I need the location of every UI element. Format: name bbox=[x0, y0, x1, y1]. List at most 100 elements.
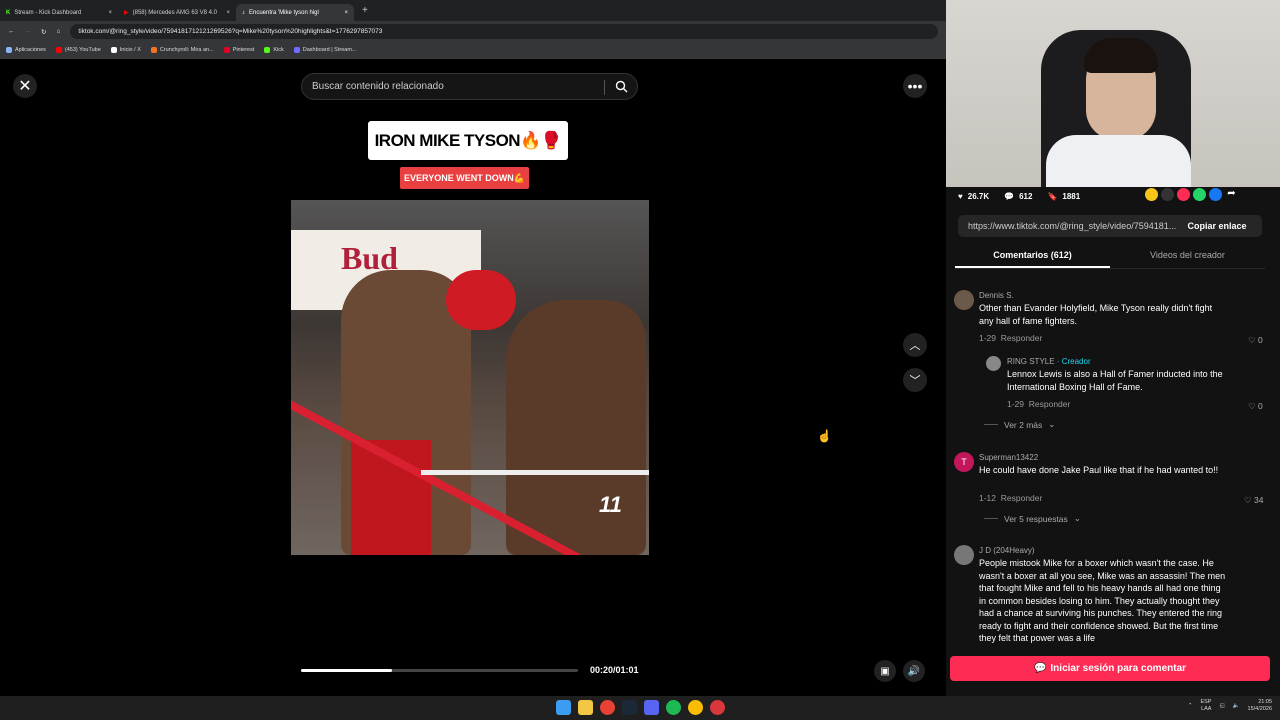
file-explorer-icon[interactable] bbox=[578, 700, 593, 715]
comment-like[interactable]: ♡ 0 bbox=[1248, 400, 1263, 413]
video-frame[interactable]: Bud 11 bbox=[291, 200, 649, 555]
comment-item: T Superman13422 He could have done Jake … bbox=[954, 452, 1274, 512]
app-icon[interactable] bbox=[710, 700, 725, 715]
more-icon: ••• bbox=[907, 78, 923, 94]
comment-like[interactable]: ♡ 34 bbox=[1244, 494, 1263, 507]
bookmark-dashboard[interactable]: Dashboard | Stream... bbox=[293, 47, 356, 53]
video-title-caption: IRON MIKE TYSON🔥🥊 bbox=[368, 121, 568, 160]
boxing-glove bbox=[446, 270, 516, 330]
apps-icon bbox=[6, 47, 12, 53]
tab-label: Stream - Kick Dashboard bbox=[14, 9, 82, 16]
reply-button[interactable]: Responder bbox=[1029, 399, 1071, 409]
tab-close-icon[interactable]: × bbox=[108, 10, 112, 16]
comment-icon: 💬 bbox=[1004, 191, 1015, 201]
bookmark-apps[interactable]: Aplicaciones bbox=[6, 47, 46, 53]
tray-chevron-icon[interactable]: ⌃ bbox=[1188, 703, 1193, 709]
avatar[interactable] bbox=[954, 545, 974, 565]
bookmarks-bar: Aplicaciones (453) YouTube Inicio / X Cr… bbox=[0, 42, 946, 59]
friends-share-icon[interactable] bbox=[1145, 188, 1158, 201]
comment-username[interactable]: Dennis S. bbox=[979, 290, 1014, 303]
comment-text: He could have done Jake Paul like that i… bbox=[979, 465, 1219, 475]
tab-creator-videos[interactable]: Videos del creador bbox=[1110, 245, 1265, 268]
facebook-icon[interactable] bbox=[1209, 188, 1222, 201]
embed-icon[interactable] bbox=[1161, 188, 1174, 201]
language-indicator[interactable]: ESP LAA bbox=[1200, 699, 1211, 713]
forward-icon[interactable]: → bbox=[25, 28, 32, 35]
steam-icon[interactable] bbox=[622, 700, 637, 715]
copy-link-button[interactable]: Copiar enlace bbox=[1172, 215, 1262, 237]
search-icon[interactable] bbox=[615, 80, 628, 96]
clock[interactable]: 21:05 15/4/2026 bbox=[1248, 699, 1272, 713]
pinterest-icon bbox=[223, 47, 230, 53]
score-overlay: 11 bbox=[599, 492, 622, 517]
comment-list: Dennis S. Other than Evander Holyfield, … bbox=[946, 282, 1280, 644]
tab-kick-dashboard[interactable]: K Stream - Kick Dashboard × bbox=[0, 4, 118, 21]
previous-video-button[interactable]: ︿ bbox=[903, 333, 927, 357]
tab-close-icon[interactable]: × bbox=[344, 10, 348, 16]
heart-icon: ♥ bbox=[958, 191, 963, 201]
spotify-icon[interactable] bbox=[666, 700, 681, 715]
dashboard-icon bbox=[293, 47, 300, 53]
tab-tiktok[interactable]: ♪ Encuentra 'Mike tyson higl × bbox=[236, 4, 354, 21]
back-icon[interactable]: ← bbox=[8, 28, 15, 35]
search-input[interactable]: Buscar contenido relacionado bbox=[301, 73, 638, 100]
avatar[interactable]: T bbox=[954, 452, 974, 472]
tab-youtube[interactable]: ▶ (858) Mercedes AMG 63 V8 4.0 × bbox=[118, 4, 236, 21]
comment-username[interactable]: J D (204Heavy) bbox=[979, 545, 1035, 558]
tab-label: Encuentra 'Mike tyson higl bbox=[249, 9, 319, 16]
video-progress-bar[interactable] bbox=[301, 669, 578, 672]
windows-taskbar: ⌃ ESP LAA ◱ 🔈 21:05 15/4/2026 bbox=[0, 696, 1280, 720]
bookmark-youtube[interactable]: (453) YouTube bbox=[55, 47, 101, 53]
bookmark-x[interactable]: Inicio / X bbox=[110, 47, 141, 53]
like-stat[interactable]: ♥ 26.7K bbox=[958, 192, 989, 201]
comment-text: Lennox Lewis is also a Hall of Famer ind… bbox=[1007, 369, 1223, 392]
tiktok-icon: ♪ bbox=[242, 9, 245, 16]
view-more-replies[interactable]: Ver 5 respuestas ⌄ bbox=[984, 513, 1081, 524]
home-icon[interactable]: ⌂ bbox=[56, 28, 60, 35]
bookmark-kick[interactable]: Kick bbox=[264, 47, 284, 53]
miniplayer-button[interactable]: ▣ bbox=[874, 660, 896, 682]
chrome-active-icon[interactable] bbox=[688, 700, 703, 715]
close-icon: ✕ bbox=[18, 78, 32, 95]
video-time: 00:20/01:01 bbox=[590, 665, 639, 675]
wifi-icon[interactable]: ◱ bbox=[1219, 703, 1224, 709]
send-icon[interactable] bbox=[1177, 188, 1190, 201]
panel-tabs: Comentarios (612) Videos del creador bbox=[955, 245, 1265, 269]
save-stat[interactable]: 🔖 1881 bbox=[1047, 192, 1080, 201]
next-video-button[interactable]: ﹀ bbox=[903, 368, 927, 392]
windows-start-icon[interactable] bbox=[556, 700, 571, 715]
comment-username[interactable]: RING STYLE · Creador bbox=[1007, 356, 1091, 369]
taskbar-apps bbox=[556, 700, 725, 715]
speaker-icon[interactable]: 🔈 bbox=[1233, 703, 1240, 709]
share-link-field[interactable]: https://www.tiktok.com/@ring_style/video… bbox=[958, 215, 1262, 237]
comment-meta: 1-29 Responder bbox=[1007, 399, 1071, 409]
close-button[interactable]: ✕ bbox=[13, 74, 37, 98]
tab-comments[interactable]: Comentarios (612) bbox=[955, 245, 1110, 268]
tab-close-icon[interactable]: × bbox=[226, 10, 230, 16]
comment-username[interactable]: Superman13422 bbox=[979, 452, 1038, 465]
reply-button[interactable]: Responder bbox=[1001, 493, 1043, 503]
comment-stat[interactable]: 💬 612 bbox=[1004, 192, 1032, 201]
youtube-icon: ▶ bbox=[124, 10, 129, 16]
streamer-hair bbox=[1084, 38, 1158, 73]
login-to-comment-button[interactable]: 💬 Iniciar sesión para comentar bbox=[950, 656, 1270, 681]
discord-icon[interactable] bbox=[644, 700, 659, 715]
volume-button[interactable]: 🔊 bbox=[903, 660, 925, 682]
mouse-cursor-icon: ☝ bbox=[817, 429, 832, 443]
comment-like[interactable]: ♡ 0 bbox=[1248, 334, 1263, 347]
bookmark-pinterest[interactable]: Pinterest bbox=[223, 47, 254, 53]
reload-icon[interactable]: ↻ bbox=[41, 28, 46, 36]
bookmark-crunchyroll[interactable]: Crunchyroll: Mira an... bbox=[150, 47, 214, 53]
avatar[interactable] bbox=[986, 356, 1001, 371]
chrome-icon[interactable] bbox=[600, 700, 615, 715]
more-options-button[interactable]: ••• bbox=[903, 74, 927, 98]
streamer-shirt bbox=[1046, 135, 1191, 187]
url-field[interactable]: tiktok.com/@ring_style/video/75941817121… bbox=[70, 24, 938, 39]
view-more-replies[interactable]: Ver 2 más ⌄ bbox=[984, 419, 1055, 430]
new-tab-icon[interactable]: + bbox=[362, 5, 368, 16]
system-tray: ⌃ ESP LAA ◱ 🔈 21:05 15/4/2026 bbox=[1188, 699, 1272, 713]
share-arrow-icon[interactable]: ➦ bbox=[1225, 188, 1238, 201]
avatar[interactable] bbox=[954, 290, 974, 310]
reply-button[interactable]: Responder bbox=[1001, 333, 1043, 343]
whatsapp-icon[interactable] bbox=[1193, 188, 1206, 201]
